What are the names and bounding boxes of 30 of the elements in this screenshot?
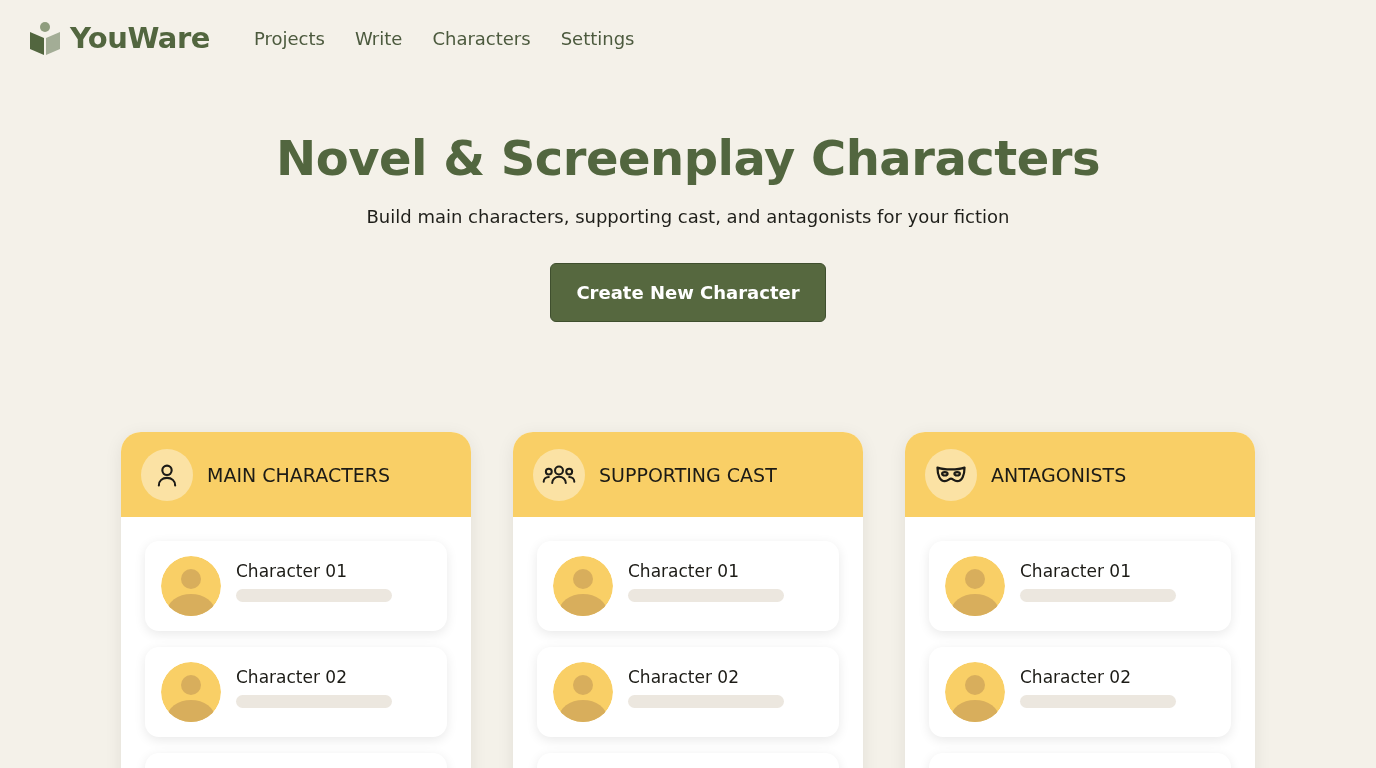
avatar-icon bbox=[161, 556, 221, 616]
character-name: Character 02 bbox=[1020, 666, 1132, 687]
avatar-icon bbox=[553, 556, 613, 616]
page-subtitle: Build main characters, supporting cast, and antagonists for your fiction bbox=[366, 206, 1010, 227]
character-card[interactable]: Character 01 bbox=[537, 541, 839, 631]
create-character-button[interactable]: Create New Character bbox=[550, 263, 826, 322]
character-name: Character 01 bbox=[236, 560, 348, 581]
character-card[interactable]: Character 02 bbox=[145, 647, 447, 737]
page-title: Novel & Screenplay Characters bbox=[276, 130, 1100, 186]
panel-title: SUPPORTING CAST bbox=[599, 463, 777, 486]
character-name: Character 01 bbox=[628, 560, 740, 581]
avatar-icon bbox=[553, 662, 613, 722]
character-card[interactable]: Character 02 bbox=[537, 647, 839, 737]
character-card[interactable]: Character 02 bbox=[929, 647, 1231, 737]
nav-link[interactable]: Write bbox=[354, 27, 403, 49]
book-reader-logo-icon bbox=[28, 20, 62, 56]
avatar-icon bbox=[945, 662, 1005, 722]
character-name: Character 01 bbox=[1020, 560, 1132, 581]
avatar-icon bbox=[161, 662, 221, 722]
nav-link[interactable]: Characters bbox=[432, 27, 531, 49]
nav-link[interactable]: Projects bbox=[253, 27, 325, 49]
character-card[interactable]: Character 01 bbox=[929, 541, 1231, 631]
avatar-icon bbox=[945, 556, 1005, 616]
panel-title: MAIN CHARACTERS bbox=[207, 463, 391, 486]
brand-name: YouWare bbox=[70, 21, 210, 55]
character-card[interactable]: Character 01 bbox=[145, 541, 447, 631]
panel-title: ANTAGONISTS bbox=[991, 463, 1127, 486]
character-name: Character 02 bbox=[236, 666, 348, 687]
nav-link[interactable]: Settings bbox=[560, 27, 635, 49]
character-name: Character 02 bbox=[628, 666, 740, 687]
